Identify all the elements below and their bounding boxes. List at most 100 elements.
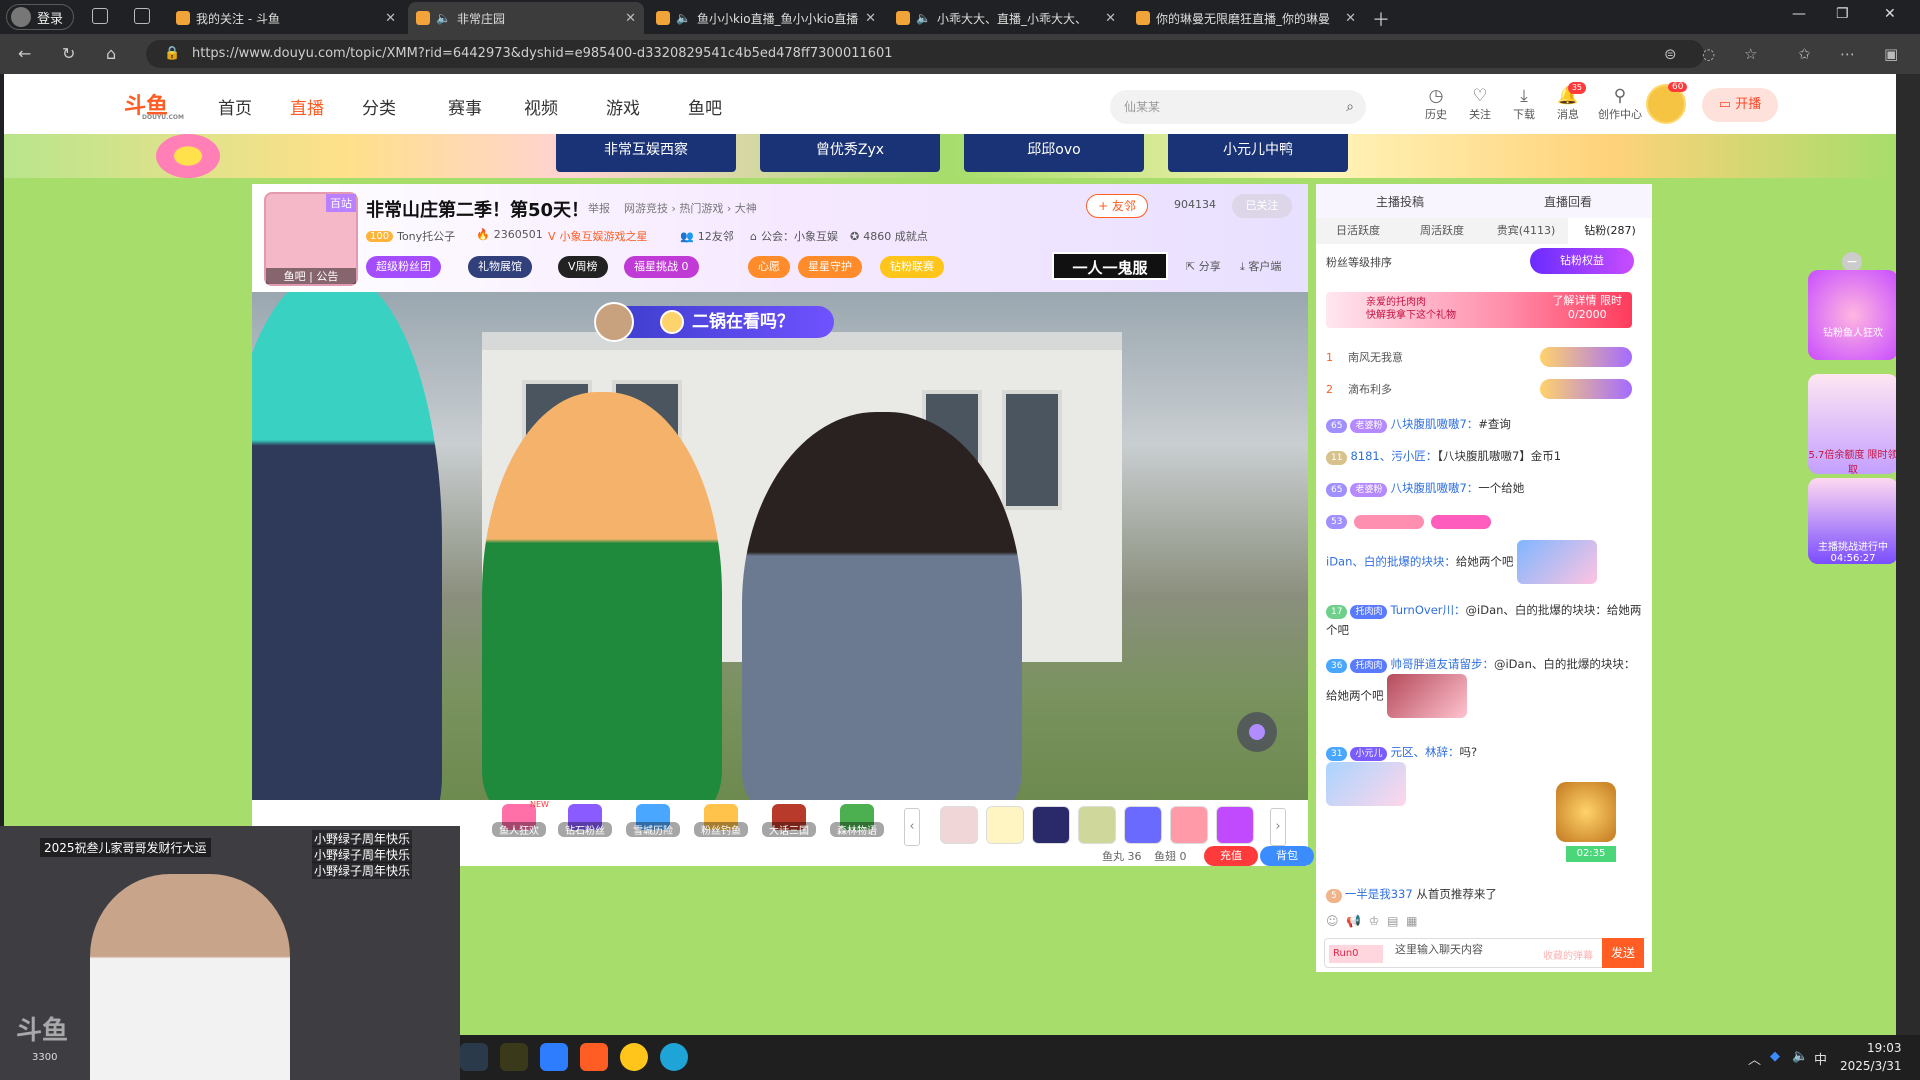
tab-close-icon[interactable]: ✕ bbox=[1345, 11, 1356, 26]
right-promo-0[interactable] bbox=[1808, 270, 1896, 360]
profile-button[interactable]: 登录 bbox=[6, 4, 74, 30]
super-fan-pill[interactable]: 超级粉丝团 bbox=[366, 256, 441, 278]
gift-item[interactable] bbox=[1124, 806, 1162, 844]
douyu-app-icon[interactable] bbox=[580, 1043, 608, 1071]
client-button[interactable]: ⤓ 客户端 bbox=[1240, 258, 1281, 274]
gift-activity-1[interactable]: 钻石粉丝 bbox=[558, 804, 612, 844]
guild-info[interactable]: ⌂ 公会：小象互娱 bbox=[750, 228, 838, 244]
chat-nick[interactable]: TurnOver川： bbox=[1390, 603, 1465, 617]
replay-link[interactable]: 直播回看 bbox=[1544, 193, 1592, 210]
tray-app-icon[interactable]: ◆ bbox=[1770, 1049, 1780, 1064]
avatar-links[interactable]: 鱼吧 | 公告 bbox=[266, 268, 356, 284]
send-button[interactable]: 发送 bbox=[1602, 938, 1644, 968]
gift-item[interactable] bbox=[940, 806, 978, 844]
gift-item[interactable] bbox=[1170, 806, 1208, 844]
barrage-icon[interactable]: ▤ bbox=[1387, 914, 1398, 928]
tab-1[interactable]: 🔈 非常庄园 ✕ bbox=[408, 2, 644, 34]
tab-4[interactable]: 你的琳曼无限磨狂直播_你的琳曼 ✕ bbox=[1128, 2, 1364, 34]
backpack-button[interactable]: 背包 bbox=[1260, 846, 1314, 866]
gift-activity-4[interactable]: 大话三国 bbox=[762, 804, 816, 844]
tab-0[interactable]: 我的关注 - 斗鱼 ✕ bbox=[168, 2, 404, 34]
host-name[interactable]: Tony托公子 bbox=[397, 228, 455, 244]
tab-daily[interactable]: 日活跃度 bbox=[1316, 218, 1400, 244]
banner-tab-1[interactable]: 曾优秀Zyx bbox=[760, 134, 940, 172]
ime-indicator[interactable]: 中 bbox=[1814, 1049, 1827, 1068]
tab-2[interactable]: 🔈 鱼小小kio直播_鱼小小kio直播 ✕ bbox=[648, 2, 884, 34]
lock-icon[interactable]: 🔒 bbox=[164, 40, 180, 68]
promo-details[interactable]: 了解详情 限时 bbox=[1553, 294, 1623, 308]
gift-right-arrow[interactable]: › bbox=[1270, 808, 1286, 846]
speaker-icon[interactable]: 🔈 bbox=[676, 11, 691, 25]
app-icon[interactable] bbox=[500, 1043, 528, 1071]
diamond-league-pill[interactable]: 钻粉联赛 bbox=[880, 256, 944, 278]
chat-nick[interactable]: 8181、污小匠： bbox=[1350, 449, 1437, 463]
crown-icon[interactable]: ♔ bbox=[1369, 914, 1380, 928]
friend-button[interactable]: + 友邻 bbox=[1086, 194, 1148, 218]
workspaces-icon[interactable] bbox=[92, 8, 108, 24]
sidebar-icon[interactable]: ▣ bbox=[1884, 45, 1898, 63]
reader-icon[interactable]: ◌ bbox=[1702, 45, 1715, 63]
points-info[interactable]: ✪ 4860 成就点 bbox=[850, 228, 928, 244]
download-button[interactable]: ⤓ 下载 bbox=[1506, 86, 1542, 122]
chat-nick[interactable]: iDan、白的批爆的块块： bbox=[1326, 555, 1456, 569]
gift-left-arrow[interactable]: ‹ bbox=[904, 808, 920, 846]
chat-nick[interactable]: 八块腹肌嗷嗷7： bbox=[1390, 417, 1478, 431]
translate-icon[interactable]: ⊜ bbox=[1664, 45, 1677, 63]
start-stream-button[interactable]: ▭ 开播 bbox=[1702, 88, 1778, 122]
nav-video[interactable]: 视频 bbox=[524, 94, 558, 119]
banner-tab-3[interactable]: 小元儿中鸭 bbox=[1168, 134, 1348, 172]
tray-chevron-icon[interactable]: ︿ bbox=[1748, 1049, 1761, 1068]
banner-tab-0[interactable]: 非常互娱西察 bbox=[556, 134, 736, 172]
app-icon[interactable] bbox=[540, 1043, 568, 1071]
app-icon[interactable] bbox=[620, 1043, 648, 1071]
diamond-rights-button[interactable]: 钻粉权益 bbox=[1530, 248, 1634, 274]
chat-nick[interactable]: 帅哥胖道友请留步： bbox=[1390, 657, 1494, 671]
pip-video-overlay[interactable]: 2025祝叁儿家哥哥发财行大运 小野绿子周年快乐 小野绿子周年快乐 小野绿子周年… bbox=[0, 826, 460, 1080]
tab-close-icon[interactable]: ✕ bbox=[865, 11, 876, 26]
grid-icon[interactable]: ▦ bbox=[1406, 914, 1417, 928]
tab-close-icon[interactable]: ✕ bbox=[1105, 11, 1116, 26]
volume-icon[interactable]: 🔈 bbox=[1792, 1049, 1808, 1064]
promo-banner[interactable]: 亲爱的托肉肉 快解我拿下这个礼物 了解详情 限时 0/2000 bbox=[1326, 292, 1632, 328]
chat-nick[interactable]: 一半是我337 bbox=[1345, 887, 1413, 901]
rank-row[interactable]: 2 滴布利多 bbox=[1326, 376, 1632, 402]
messages-button[interactable]: 🔔 35 消息 bbox=[1550, 82, 1586, 122]
close-window-button[interactable]: ✕ bbox=[1884, 6, 1896, 22]
friends-info[interactable]: 👥 12友邻 bbox=[680, 228, 734, 244]
gift-item[interactable] bbox=[1032, 806, 1070, 844]
input-badge[interactable]: Run0 bbox=[1329, 945, 1383, 963]
video-player[interactable]: 二锅在看吗？ bbox=[252, 292, 1308, 800]
rank-title[interactable]: 粉丝等级排序 bbox=[1326, 254, 1392, 270]
gift-activity-0[interactable]: 鱼人狂欢 bbox=[492, 804, 546, 844]
event-logo[interactable]: 一人一鬼服 bbox=[1052, 252, 1168, 280]
gift-gallery-pill[interactable]: 礼物展馆 bbox=[468, 256, 532, 278]
nav-category[interactable]: 分类 bbox=[362, 94, 396, 119]
douyu-logo[interactable]: 斗鱼 DOUYU.COM bbox=[124, 88, 204, 121]
tab-vip[interactable]: 贵宾(4113) bbox=[1484, 218, 1568, 244]
recharge-button[interactable]: 充值 bbox=[1204, 846, 1258, 866]
category-breadcrumb[interactable]: 网游竞技 › 热门游戏 › 大神 bbox=[624, 200, 757, 216]
nav-games[interactable]: 游戏 bbox=[606, 94, 640, 119]
nav-home[interactable]: 首页 bbox=[218, 94, 252, 119]
union-info[interactable]: V 小象互娱游戏之星 bbox=[548, 228, 648, 244]
speaker-icon[interactable]: 🔈 bbox=[436, 11, 451, 25]
nav-live[interactable]: 直播 bbox=[290, 94, 324, 119]
speaker-chat-icon[interactable]: 📢 bbox=[1346, 914, 1361, 928]
search-input[interactable]: 仙某某 ⌕ bbox=[1110, 90, 1366, 124]
history-button[interactable]: ◷ 历史 bbox=[1418, 86, 1454, 122]
restore-button[interactable]: ❐ bbox=[1836, 6, 1849, 22]
tab-diamond[interactable]: 钻粉(287) bbox=[1568, 218, 1652, 244]
clock[interactable]: 19:03 2025/3/31 bbox=[1840, 1039, 1902, 1075]
home-icon[interactable]: ⌂ bbox=[106, 44, 116, 63]
speaker-icon[interactable]: 🔈 bbox=[916, 11, 931, 25]
gift-activity-2[interactable]: 雪城历险 bbox=[626, 804, 680, 844]
saved-barrage-link[interactable]: 收藏的弹幕 bbox=[1543, 947, 1593, 962]
streamer-avatar[interactable]: 百站 鱼吧 | 公告 bbox=[264, 192, 358, 286]
chat-nick[interactable]: 八块腹肌嗷嗷7： bbox=[1390, 481, 1478, 495]
tab-actions-icon[interactable] bbox=[134, 8, 150, 24]
share-button[interactable]: ⇱ 分享 bbox=[1186, 258, 1221, 274]
tab-close-icon[interactable]: ✕ bbox=[385, 11, 396, 26]
report-link[interactable]: 举报 bbox=[588, 200, 610, 216]
streamer-submit-link[interactable]: 主播投稿 bbox=[1376, 193, 1424, 210]
page-scrollbar[interactable] bbox=[1896, 74, 1920, 1035]
